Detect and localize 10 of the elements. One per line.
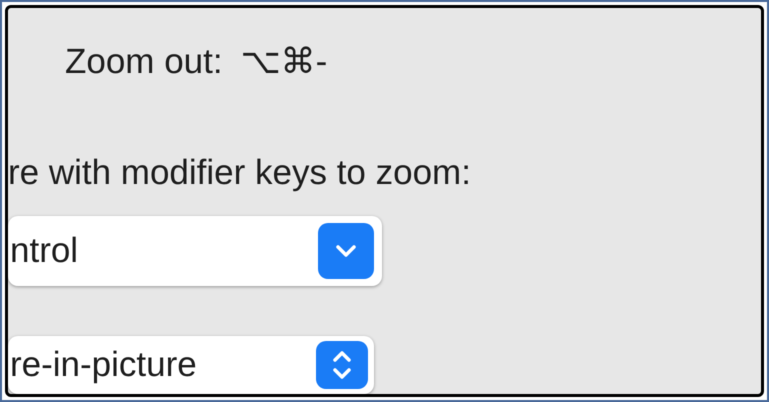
chevron-down-icon xyxy=(334,242,358,259)
dropdown-value: re-in-picture xyxy=(10,347,197,382)
dropdown-arrow-button[interactable] xyxy=(316,340,368,389)
modifier-keys-label: re with modifier keys to zoom: xyxy=(8,155,472,190)
zoom-out-label: Zoom out: xyxy=(65,44,223,79)
dropdown-arrow-button[interactable] xyxy=(318,222,374,279)
dropdown-value: ntrol xyxy=(10,233,78,268)
shortcut-keys: ⌥⌘- xyxy=(240,44,328,79)
dropdown-menu[interactable]: re-in-picture xyxy=(8,336,374,394)
dropdown-menu[interactable]: ntrol xyxy=(8,216,382,286)
